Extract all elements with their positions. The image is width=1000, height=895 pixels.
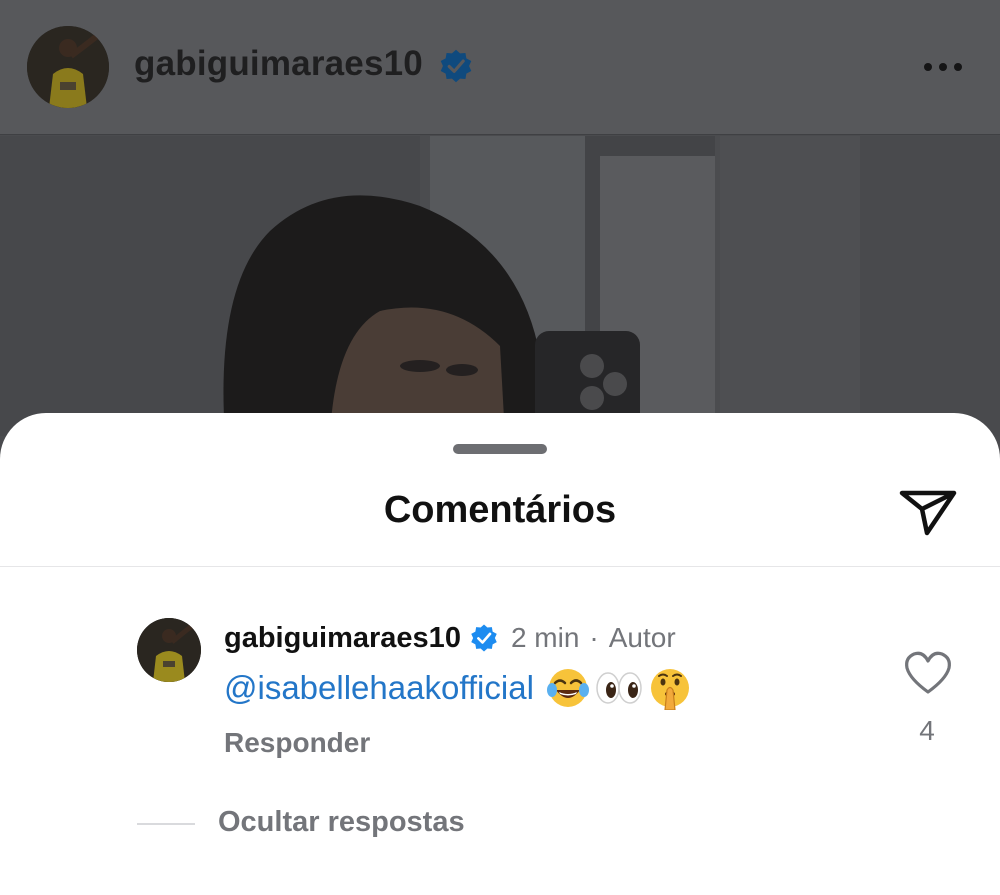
heart-icon[interactable] xyxy=(902,649,954,697)
like-count: 4 xyxy=(919,715,935,746)
shushing-face-icon xyxy=(650,669,689,710)
send-icon[interactable] xyxy=(896,483,960,539)
comment-text: @isabellehaakofficial xyxy=(224,663,692,713)
hide-replies-button[interactable]: Ocultar respostas xyxy=(218,806,465,839)
header-divider xyxy=(0,566,1000,567)
comment-emojis xyxy=(546,666,692,710)
comments-sheet: Comentários gabiguimaraes10 2 min · Auto… xyxy=(0,413,1000,895)
reply-button[interactable]: Responder xyxy=(224,727,370,759)
replies-indent-line xyxy=(137,823,195,825)
more-horizontal-icon xyxy=(954,63,962,71)
post-header: gabiguimaraes10 xyxy=(0,0,1000,135)
meta-separator: · xyxy=(589,622,599,653)
sheet-drag-handle[interactable] xyxy=(453,444,547,454)
verified-badge-icon xyxy=(471,624,497,652)
comment-timestamp: 2 min xyxy=(510,622,580,653)
more-options-button[interactable] xyxy=(918,52,968,82)
more-horizontal-icon xyxy=(939,63,947,71)
more-horizontal-icon xyxy=(924,63,932,71)
mention-link[interactable]: @isabellehaakofficial xyxy=(224,669,534,707)
comment-meta: gabiguimaraes10 2 min · Autor xyxy=(224,618,676,658)
post-username[interactable]: gabiguimaraes10 xyxy=(134,44,423,84)
eyes-icon xyxy=(596,672,642,704)
post-avatar[interactable] xyxy=(27,26,109,108)
author-badge: Autor xyxy=(608,622,676,653)
comment-username[interactable]: gabiguimaraes10 xyxy=(224,622,461,655)
face-with-tears-of-joy-icon xyxy=(546,669,589,707)
verified-badge-icon xyxy=(440,49,472,83)
comment-avatar[interactable] xyxy=(137,618,201,682)
post-image xyxy=(0,136,1000,436)
sheet-title: Comentários xyxy=(383,489,617,531)
